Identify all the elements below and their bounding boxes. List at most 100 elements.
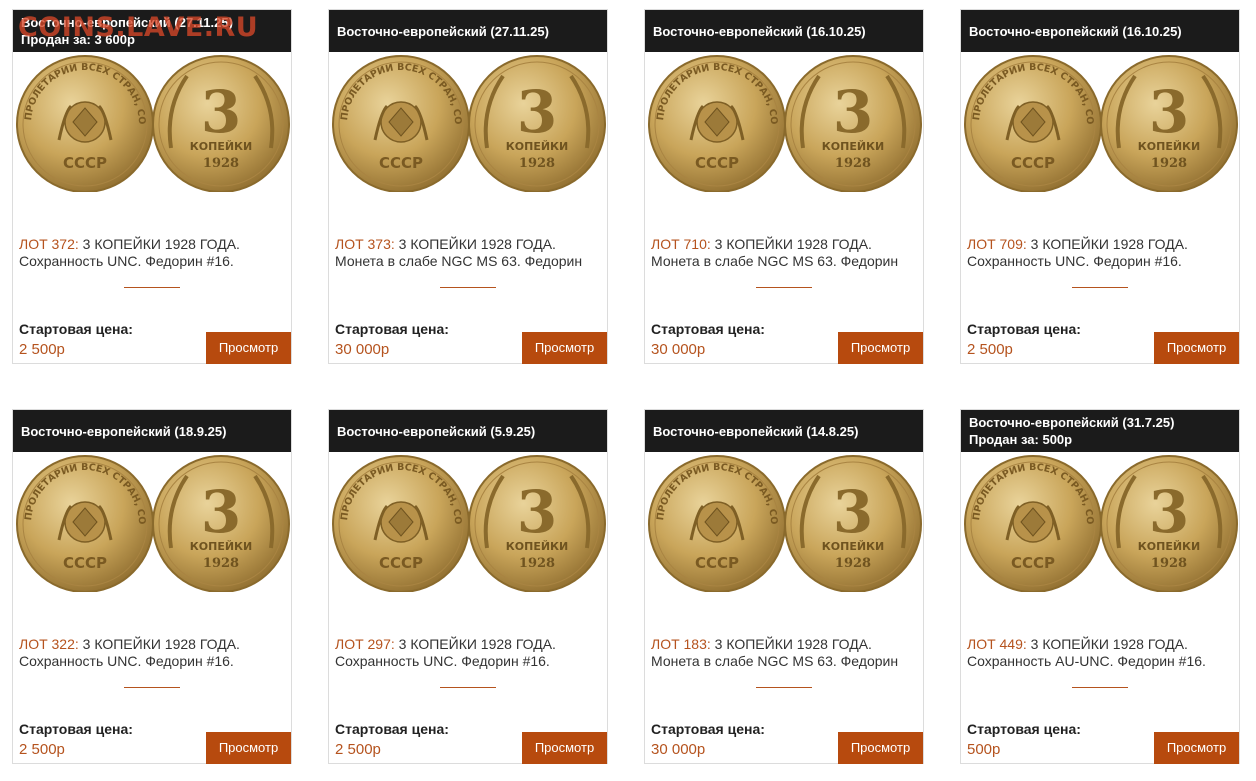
svg-text:КОПЕЙКИ: КОПЕЙКИ [190, 540, 252, 553]
divider [124, 687, 180, 688]
coin-reverse-picture: 3 КОПЕЙКИ 1928 [468, 55, 606, 192]
lot-card: Восточно-европейский (16.10.25) ПРОЛЕТАР… [644, 9, 924, 364]
lot-description[interactable]: ЛОТ 449: 3 КОПЕЙКИ 1928 ГОДА. Сохранност… [967, 636, 1235, 670]
coin-obverse-picture: ПРОЛЕТАРИИ ВСЕХ СТРАН, СОЕДИНЯЙТЕСЬ! ССС… [331, 52, 470, 192]
coin-image[interactable]: ПРОЛЕТАРИИ ВСЕХ СТРАН, СОЕДИНЯЙТЕСЬ! ССС… [645, 452, 923, 592]
svg-text:3: 3 [201, 78, 241, 146]
svg-text:СССР: СССР [695, 154, 739, 172]
price-value: 30 000р [651, 741, 706, 758]
price-label: Стартовая цена: [19, 721, 133, 737]
lot-title: 3 КОПЕЙКИ 1928 ГОДА. [714, 236, 872, 252]
auction-name: Восточно-европейский (27.11.25) [337, 23, 549, 39]
card-header: Восточно-европейский (14.8.25) [645, 410, 923, 452]
view-button[interactable]: Просмотр [206, 732, 291, 764]
coin-obverse-picture: ПРОЛЕТАРИИ ВСЕХ СТРАН, СОЕДИНЯЙТЕСЬ! ССС… [963, 452, 1102, 592]
view-button[interactable]: Просмотр [522, 732, 607, 764]
lot-title: 3 КОПЕЙКИ 1928 ГОДА. [398, 636, 556, 652]
lot-number: ЛОТ 297: [335, 636, 395, 652]
card-header: Восточно-европейский (16.10.25) [645, 10, 923, 52]
coin-obverse-picture: ПРОЛЕТАРИИ ВСЕХ СТРАН, СОЕДИНЯЙТЕСЬ! ССС… [963, 52, 1102, 192]
svg-text:1928: 1928 [1151, 156, 1187, 171]
price-label: Стартовая цена: [967, 721, 1081, 737]
coin-reverse-picture: 3 КОПЕЙКИ 1928 [1100, 455, 1238, 592]
coin-reverse-picture: 3 КОПЕЙКИ 1928 [1100, 55, 1238, 192]
lot-number: ЛОТ 372: [19, 236, 79, 252]
divider [756, 287, 812, 288]
lot-description[interactable]: ЛОТ 183: 3 КОПЕЙКИ 1928 ГОДА. Монета в с… [651, 636, 919, 670]
lot-card: Восточно-европейский (18.9.25) ПРОЛЕТАРИ… [12, 409, 292, 764]
coin-reverse-picture: 3 КОПЕЙКИ 1928 [152, 455, 290, 592]
svg-text:1928: 1928 [835, 156, 871, 171]
lot-title: 3 КОПЕЙКИ 1928 ГОДА. [82, 236, 240, 252]
svg-text:3: 3 [833, 478, 873, 546]
price-label: Стартовая цена: [651, 721, 765, 737]
svg-text:КОПЕЙКИ: КОПЕЙКИ [506, 140, 568, 153]
lot-number: ЛОТ 709: [967, 236, 1027, 252]
svg-text:3: 3 [201, 478, 241, 546]
lot-description[interactable]: ЛОТ 373: 3 КОПЕЙКИ 1928 ГОДА. Монета в с… [335, 236, 603, 270]
lots-grid: Восточно-европейский (27.11.25) Продан з… [12, 9, 1242, 775]
svg-text:1928: 1928 [1151, 556, 1187, 571]
lot-number: ЛОТ 322: [19, 636, 79, 652]
view-button[interactable]: Просмотр [838, 332, 923, 364]
svg-text:3: 3 [1149, 78, 1189, 146]
lot-details: Сохранность UNC. Федорин #16. [967, 253, 1182, 269]
auction-name: Восточно-европейский (5.9.25) [337, 423, 536, 439]
lot-description[interactable]: ЛОТ 710: 3 КОПЕЙКИ 1928 ГОДА. Монета в с… [651, 236, 919, 270]
coin-obverse-picture: ПРОЛЕТАРИИ ВСЕХ СТРАН, СОЕДИНЯЙТЕСЬ! ССС… [647, 52, 786, 192]
divider [1072, 287, 1128, 288]
lot-description[interactable]: ЛОТ 709: 3 КОПЕЙКИ 1928 ГОДА. Сохранност… [967, 236, 1235, 270]
coin-image[interactable]: ПРОЛЕТАРИИ ВСЕХ СТРАН, СОЕДИНЯЙТЕСЬ! ССС… [961, 452, 1239, 592]
lot-details: Сохранность UNC. Федорин #16. [19, 653, 234, 669]
card-header: Восточно-европейский (27.11.25) Продан з… [13, 10, 291, 52]
price-label: Стартовая цена: [19, 321, 133, 337]
price-label: Стартовая цена: [335, 321, 449, 337]
view-button[interactable]: Просмотр [838, 732, 923, 764]
auction-name: Восточно-европейский (18.9.25) [21, 423, 227, 439]
svg-text:3: 3 [517, 78, 557, 146]
price-value: 30 000р [335, 341, 390, 358]
lot-title: 3 КОПЕЙКИ 1928 ГОДА. [1030, 636, 1188, 652]
price-value: 30 000р [651, 341, 706, 358]
price-value: 2 500р [967, 341, 1013, 358]
lot-card: Восточно-европейский (27.11.25) ПРОЛЕТАР… [328, 9, 608, 364]
lot-details: Монета в слабе NGC MS 63. Федорин [651, 253, 899, 269]
coin-image[interactable]: ПРОЛЕТАРИИ ВСЕХ СТРАН, СОЕДИНЯЙТЕСЬ! ССС… [13, 52, 291, 192]
card-header: Восточно-европейский (27.11.25) [329, 10, 607, 52]
lot-title: 3 КОПЕЙКИ 1928 ГОДА. [1030, 236, 1188, 252]
coin-reverse-picture: 3 КОПЕЙКИ 1928 [784, 455, 922, 592]
svg-text:СССР: СССР [379, 554, 423, 572]
svg-text:СССР: СССР [63, 154, 107, 172]
svg-text:3: 3 [1149, 478, 1189, 546]
auction-name: Восточно-европейский (27.11.25) [21, 15, 233, 30]
lot-details: Сохранность AU-UNC. Федорин #16. [967, 653, 1206, 669]
coin-image[interactable]: ПРОЛЕТАРИИ ВСЕХ СТРАН, СОЕДИНЯЙТЕСЬ! ССС… [329, 52, 607, 192]
view-button[interactable]: Просмотр [1154, 732, 1239, 764]
svg-text:КОПЕЙКИ: КОПЕЙКИ [506, 540, 568, 553]
auction-name: Восточно-европейский (31.7.25) [969, 415, 1175, 430]
lot-description[interactable]: ЛОТ 372: 3 КОПЕЙКИ 1928 ГОДА. Сохранност… [19, 236, 287, 270]
lot-description[interactable]: ЛОТ 297: 3 КОПЕЙКИ 1928 ГОДА. Сохранност… [335, 636, 603, 670]
coin-image[interactable]: ПРОЛЕТАРИИ ВСЕХ СТРАН, СОЕДИНЯЙТЕСЬ! ССС… [961, 52, 1239, 192]
coin-image[interactable]: ПРОЛЕТАРИИ ВСЕХ СТРАН, СОЕДИНЯЙТЕСЬ! ССС… [329, 452, 607, 592]
svg-text:СССР: СССР [379, 154, 423, 172]
svg-text:КОПЕЙКИ: КОПЕЙКИ [1138, 140, 1200, 153]
lot-card: Восточно-европейский (16.10.25) ПРОЛЕТАР… [960, 9, 1240, 364]
divider [440, 687, 496, 688]
view-button[interactable]: Просмотр [206, 332, 291, 364]
card-header: Восточно-европейский (18.9.25) [13, 410, 291, 452]
lot-title: 3 КОПЕЙКИ 1928 ГОДА. [82, 636, 240, 652]
coin-image[interactable]: ПРОЛЕТАРИИ ВСЕХ СТРАН, СОЕДИНЯЙТЕСЬ! ССС… [13, 452, 291, 592]
auction-name: Восточно-европейский (16.10.25) [969, 23, 1182, 39]
coin-obverse-picture: ПРОЛЕТАРИИ ВСЕХ СТРАН, СОЕДИНЯЙТЕСЬ! ССС… [15, 52, 154, 192]
coin-obverse-picture: ПРОЛЕТАРИИ ВСЕХ СТРАН, СОЕДИНЯЙТЕСЬ! ССС… [331, 452, 470, 592]
lot-description[interactable]: ЛОТ 322: 3 КОПЕЙКИ 1928 ГОДА. Сохранност… [19, 636, 287, 670]
view-button[interactable]: Просмотр [1154, 332, 1239, 364]
view-button[interactable]: Просмотр [522, 332, 607, 364]
svg-text:1928: 1928 [519, 556, 555, 571]
svg-text:1928: 1928 [519, 156, 555, 171]
coin-obverse-picture: ПРОЛЕТАРИИ ВСЕХ СТРАН, СОЕДИНЯЙТЕСЬ! ССС… [15, 452, 154, 592]
coin-image[interactable]: ПРОЛЕТАРИИ ВСЕХ СТРАН, СОЕДИНЯЙТЕСЬ! ССС… [645, 52, 923, 192]
sold-price: Продан за: 500р [969, 432, 1073, 447]
divider [124, 287, 180, 288]
